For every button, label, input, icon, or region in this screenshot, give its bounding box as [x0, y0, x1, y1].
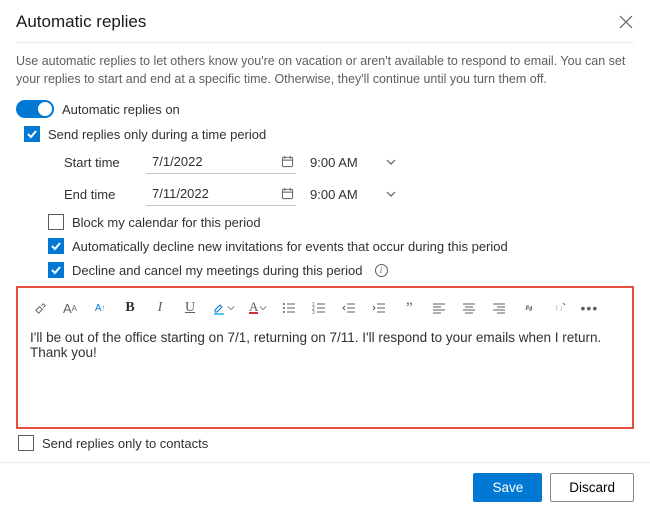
contacts-only-checkbox[interactable] — [18, 435, 34, 451]
contacts-only-label: Send replies only to contacts — [42, 436, 208, 451]
start-date-input[interactable]: 7/1/2022 — [146, 150, 296, 174]
bullet-list-icon[interactable] — [281, 300, 297, 316]
italic-button[interactable]: I — [152, 300, 168, 316]
chevron-down-icon — [386, 189, 396, 199]
underline-button[interactable]: U — [182, 300, 198, 316]
start-time-label: Start time — [64, 155, 134, 170]
font-size-decrease-icon[interactable]: A↑ — [92, 300, 108, 316]
quote-icon[interactable]: ” — [401, 300, 417, 316]
start-time-value: 9:00 AM — [310, 155, 358, 170]
info-icon[interactable]: i — [375, 264, 388, 277]
font-size-increase-icon[interactable]: AA — [62, 300, 78, 316]
end-time-select[interactable]: 9:00 AM — [308, 183, 398, 206]
time-period-checkbox[interactable] — [24, 126, 40, 142]
auto-replies-toggle[interactable] — [16, 100, 54, 118]
end-date-input[interactable]: 7/11/2022 — [146, 182, 296, 206]
editor-toolbar: AA A↑ B I U A 123 ” ••• — [28, 294, 622, 322]
outdent-icon[interactable] — [341, 300, 357, 316]
highlight-color-button[interactable] — [212, 301, 235, 315]
calendar-icon — [280, 187, 294, 201]
align-right-icon[interactable] — [491, 300, 507, 316]
discard-button[interactable]: Discard — [550, 473, 634, 502]
auto-replies-toggle-label: Automatic replies on — [62, 102, 180, 117]
close-button[interactable] — [618, 14, 634, 30]
number-list-icon[interactable]: 123 — [311, 300, 327, 316]
align-left-icon[interactable] — [431, 300, 447, 316]
decline-new-checkbox[interactable] — [48, 238, 64, 254]
end-time-value: 9:00 AM — [310, 187, 358, 202]
cancel-meetings-checkbox[interactable] — [48, 262, 64, 278]
save-button[interactable]: Save — [473, 473, 542, 502]
calendar-icon — [280, 155, 294, 169]
chevron-down-icon — [259, 304, 267, 312]
message-editor[interactable]: I'll be out of the office starting on 7/… — [28, 322, 622, 417]
start-date-value: 7/1/2022 — [152, 154, 203, 169]
more-options-icon[interactable]: ••• — [581, 300, 597, 316]
dialog-title: Automatic replies — [16, 12, 146, 32]
dialog-description: Use automatic replies to let others know… — [16, 53, 634, 88]
indent-icon[interactable] — [371, 300, 387, 316]
block-calendar-label: Block my calendar for this period — [72, 215, 261, 230]
start-time-select[interactable]: 9:00 AM — [308, 151, 398, 174]
font-color-icon: A — [249, 302, 258, 314]
block-calendar-checkbox[interactable] — [48, 214, 64, 230]
time-period-label: Send replies only during a time period — [48, 127, 266, 142]
align-center-icon[interactable] — [461, 300, 477, 316]
chevron-down-icon — [227, 304, 235, 312]
font-color-button[interactable]: A — [249, 302, 267, 314]
end-date-value: 7/11/2022 — [152, 186, 209, 201]
unlink-icon[interactable] — [551, 300, 567, 316]
link-icon[interactable] — [521, 300, 537, 316]
bold-button[interactable]: B — [122, 300, 138, 316]
decline-new-label: Automatically decline new invitations fo… — [72, 239, 508, 254]
close-icon — [619, 15, 633, 29]
end-time-label: End time — [64, 187, 134, 202]
svg-text:3: 3 — [312, 310, 315, 315]
chevron-down-icon — [386, 157, 396, 167]
cancel-meetings-label: Decline and cancel my meetings during th… — [72, 263, 363, 278]
message-editor-highlight: AA A↑ B I U A 123 ” ••• I'll b — [16, 286, 634, 429]
dialog-footer: Save Discard — [0, 462, 650, 512]
highlight-icon — [212, 301, 226, 315]
format-painter-icon[interactable] — [32, 300, 48, 316]
